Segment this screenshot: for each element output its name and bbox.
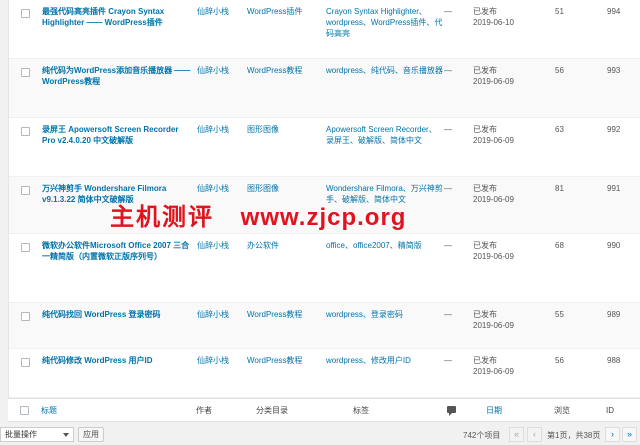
author-link[interactable]: 仙辞小栈 bbox=[197, 6, 229, 17]
footer-views[interactable]: 浏览 bbox=[554, 406, 570, 416]
post-id: 991 bbox=[607, 184, 621, 193]
category-link[interactable]: 办公软件 bbox=[247, 240, 279, 251]
table-row: 纯代码为WordPress添加音乐播放器 —— WordPress教程 仙辞小栈… bbox=[9, 59, 640, 118]
comments-count: — bbox=[444, 7, 452, 16]
row-checkbox[interactable] bbox=[21, 9, 30, 18]
post-id: 988 bbox=[607, 356, 621, 365]
tags-links[interactable]: Crayon Syntax Highlighter、wordpress、Word… bbox=[326, 6, 444, 39]
watermark-left: 主机测评 bbox=[110, 204, 214, 231]
watermark-right: www.zjcp.org bbox=[240, 204, 407, 231]
tags-links[interactable]: Apowersoft Screen Recorder、录屏王、破解版、简体中文 bbox=[326, 124, 444, 146]
views-count: 51 bbox=[555, 7, 564, 16]
footer-date-sort[interactable]: 日期 bbox=[486, 406, 502, 416]
table-footer: 标题 作者 分类目录 标签 日期 浏览 ID bbox=[8, 398, 640, 422]
views-count: 56 bbox=[555, 356, 564, 365]
comments-count: — bbox=[444, 356, 452, 365]
author-link[interactable]: 仙辞小栈 bbox=[197, 65, 229, 76]
author-link[interactable]: 仙辞小栈 bbox=[197, 183, 229, 194]
author-link[interactable]: 仙辞小栈 bbox=[197, 124, 229, 135]
row-checkbox[interactable] bbox=[21, 243, 30, 252]
post-title-link[interactable]: 微软办公软件Microsoft Office 2007 三合一精简版（内置微软正… bbox=[42, 240, 194, 262]
post-date: 2019-06-09 bbox=[473, 195, 514, 204]
tags-links[interactable]: office、office2007、精简版 bbox=[326, 240, 444, 251]
row-checkbox[interactable] bbox=[21, 186, 30, 195]
post-date: 2019-06-09 bbox=[473, 321, 514, 330]
bulk-actions-select[interactable]: 批量操作 bbox=[0, 427, 74, 442]
author-link[interactable]: 仙辞小栈 bbox=[197, 240, 229, 251]
tags-links[interactable]: wordpress、纯代码、音乐播放器 bbox=[326, 65, 444, 76]
row-checkbox[interactable] bbox=[21, 312, 30, 321]
category-link[interactable]: 图形图像 bbox=[247, 183, 279, 194]
tags-links[interactable]: wordpress、登录密码 bbox=[326, 309, 444, 320]
footer-id[interactable]: ID bbox=[606, 406, 614, 416]
post-date: 2019-06-09 bbox=[473, 136, 514, 145]
post-status: 已发布 bbox=[473, 356, 497, 365]
table-row: 微软办公软件Microsoft Office 2007 三合一精简版（内置微软正… bbox=[9, 234, 640, 303]
post-status: 已发布 bbox=[473, 66, 497, 75]
post-date: 2019-06-09 bbox=[473, 77, 514, 86]
post-status: 已发布 bbox=[473, 125, 497, 134]
post-id: 992 bbox=[607, 125, 621, 134]
views-count: 68 bbox=[555, 241, 564, 250]
chevron-down-icon bbox=[63, 433, 69, 437]
apply-button[interactable]: 应用 bbox=[78, 427, 104, 442]
views-count: 63 bbox=[555, 125, 564, 134]
post-title-link[interactable]: 录屏王 Apowersoft Screen Recorder Pro v2.4.… bbox=[42, 124, 194, 146]
post-status: 已发布 bbox=[473, 7, 497, 16]
post-id: 994 bbox=[607, 7, 621, 16]
first-page-button[interactable]: « bbox=[509, 427, 524, 442]
posts-table: 最强代码高亮插件 Crayon Syntax Highlighter —— Wo… bbox=[8, 0, 640, 398]
comment-icon[interactable] bbox=[447, 406, 456, 416]
next-page-button[interactable]: › bbox=[605, 427, 620, 442]
page-indicator: 第1页，共38页 bbox=[547, 431, 601, 440]
footer-tags: 标签 bbox=[353, 406, 369, 415]
watermark: 主机测评 www.zjcp.org bbox=[110, 201, 406, 235]
tags-links[interactable]: wordpress、修改用户ID bbox=[326, 355, 444, 366]
post-id: 990 bbox=[607, 241, 621, 250]
table-row: 纯代码修改 WordPress 用户ID 仙辞小栈 WordPress教程 wo… bbox=[9, 349, 640, 398]
category-link[interactable]: WordPress教程 bbox=[247, 355, 302, 366]
post-status: 已发布 bbox=[473, 184, 497, 193]
last-page-button[interactable]: » bbox=[622, 427, 637, 442]
table-row: 最强代码高亮插件 Crayon Syntax Highlighter —— Wo… bbox=[9, 0, 640, 59]
table-row: 纯代码找回 WordPress 登录密码 仙辞小栈 WordPress教程 wo… bbox=[9, 303, 640, 349]
comments-count: — bbox=[444, 241, 452, 250]
table-row: 录屏王 Apowersoft Screen Recorder Pro v2.4.… bbox=[9, 118, 640, 177]
author-link[interactable]: 仙辞小栈 bbox=[197, 355, 229, 366]
footer-author: 作者 bbox=[196, 406, 212, 415]
category-link[interactable]: WordPress插件 bbox=[247, 6, 302, 17]
comments-count: — bbox=[444, 125, 452, 134]
row-checkbox[interactable] bbox=[21, 127, 30, 136]
row-checkbox[interactable] bbox=[21, 68, 30, 77]
post-id: 993 bbox=[607, 66, 621, 75]
items-count: 742个项目 bbox=[463, 431, 501, 440]
views-count: 56 bbox=[555, 66, 564, 75]
post-status: 已发布 bbox=[473, 241, 497, 250]
category-link[interactable]: 图形图像 bbox=[247, 124, 279, 135]
comments-count: — bbox=[444, 184, 452, 193]
comments-count: — bbox=[444, 310, 452, 319]
comments-count: — bbox=[444, 66, 452, 75]
author-link[interactable]: 仙辞小栈 bbox=[197, 309, 229, 320]
views-count: 55 bbox=[555, 310, 564, 319]
post-title-link[interactable]: 纯代码修改 WordPress 用户ID bbox=[42, 355, 194, 366]
post-title-link[interactable]: 最强代码高亮插件 Crayon Syntax Highlighter —— Wo… bbox=[42, 6, 194, 28]
bulk-actions-label: 批量操作 bbox=[5, 430, 37, 439]
footer-category: 分类目录 bbox=[256, 406, 288, 415]
select-all-checkbox[interactable] bbox=[20, 406, 29, 415]
prev-page-button[interactable]: ‹ bbox=[527, 427, 542, 442]
post-id: 989 bbox=[607, 310, 621, 319]
post-status: 已发布 bbox=[473, 310, 497, 319]
category-link[interactable]: WordPress教程 bbox=[247, 309, 302, 320]
post-date: 2019-06-10 bbox=[473, 18, 514, 27]
views-count: 81 bbox=[555, 184, 564, 193]
category-link[interactable]: WordPress教程 bbox=[247, 65, 302, 76]
row-checkbox[interactable] bbox=[21, 358, 30, 367]
post-date: 2019-06-09 bbox=[473, 252, 514, 261]
footer-title-sort[interactable]: 标题 bbox=[41, 406, 57, 416]
post-date: 2019-06-09 bbox=[473, 367, 514, 376]
post-title-link[interactable]: 纯代码找回 WordPress 登录密码 bbox=[42, 309, 194, 320]
post-title-link[interactable]: 纯代码为WordPress添加音乐播放器 —— WordPress教程 bbox=[42, 65, 194, 87]
